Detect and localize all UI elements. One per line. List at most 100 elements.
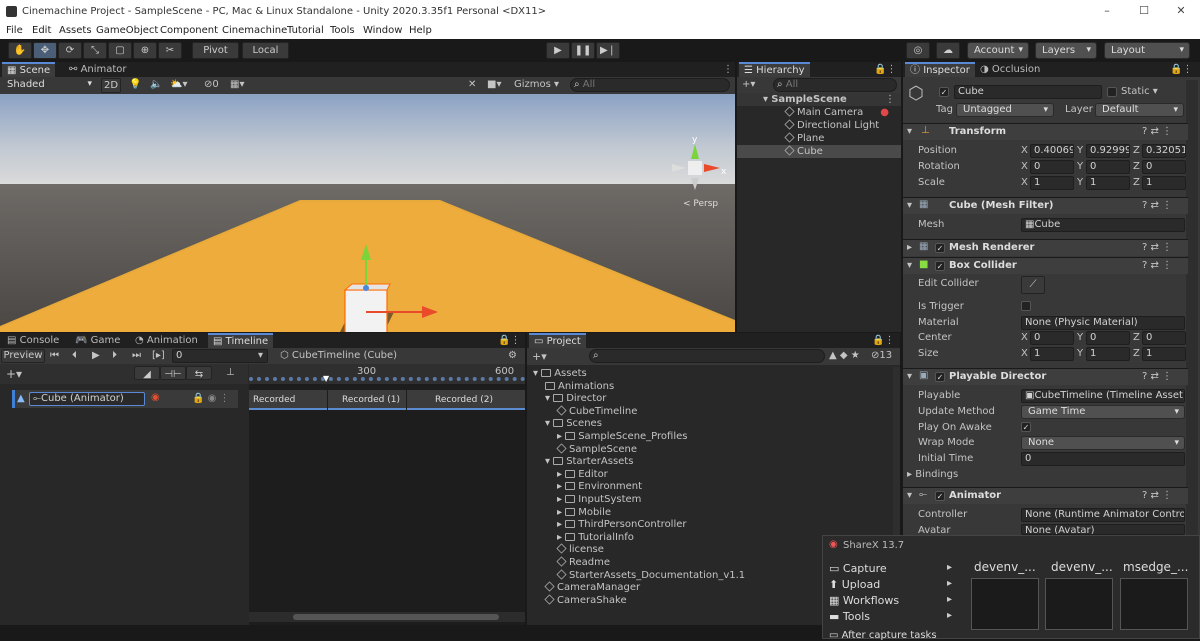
size-y-field[interactable]: 1 <box>1086 347 1130 361</box>
project-item[interactable]: ▸ Editor <box>527 468 893 481</box>
menu-tutorial[interactable]: Tutorial <box>287 25 324 36</box>
center-x-field[interactable]: 0 <box>1030 331 1074 345</box>
recent-capture-thumb[interactable] <box>1120 578 1188 630</box>
static-dropdown[interactable]: Static ▾ <box>1121 86 1158 97</box>
foldout-icon[interactable]: ▾ <box>545 418 553 429</box>
sharex-workflows-item[interactable]: ▦ Workflows <box>829 594 899 607</box>
project-lock-icon[interactable]: 🔒⋮ <box>867 333 899 348</box>
playable-field[interactable]: ▣CubeTimeline (Timeline Asset) <box>1021 389 1185 403</box>
tab-scene[interactable]: ▦ Scene <box>2 62 56 77</box>
foldout-icon[interactable]: ▸ <box>557 469 565 480</box>
lock-track-icon[interactable]: 🔒 ◉ ⋮ <box>192 393 230 404</box>
shading-dropdown[interactable]: Shaded <box>1 78 97 93</box>
menu-cinemachine[interactable]: Cinemachine <box>222 25 287 36</box>
gizmos-dropdown[interactable]: Gizmos ▾ <box>514 79 559 90</box>
pause-icon[interactable]: ❚❚ <box>571 42 595 59</box>
playable-director-header[interactable]: ▾ ▣ ✓ Playable Director ? ⇄ ⋮ <box>903 368 1188 385</box>
pivot-button[interactable]: Pivot <box>192 42 239 59</box>
tab-animation[interactable]: ◔ Animation <box>130 333 203 348</box>
project-item[interactable]: ▸ Mobile <box>527 506 893 519</box>
next-frame-icon[interactable]: ⏵ <box>112 350 117 361</box>
toggle-2d-button[interactable]: 2D <box>101 78 121 93</box>
project-item[interactable]: ▾ Director <box>527 392 893 405</box>
menu-component[interactable]: Component <box>160 25 218 36</box>
tab-hierarchy[interactable]: ☰ Hierarchy <box>739 62 810 77</box>
menu-help[interactable]: Help <box>409 25 432 36</box>
mesh-filter-header[interactable]: ▾ ▦ Cube (Mesh Filter) ? ⇄ ⋮ <box>903 197 1188 214</box>
project-item[interactable]: ▾ Assets <box>527 367 893 380</box>
foldout-icon[interactable]: ▾ <box>545 456 553 467</box>
center-y-field[interactable]: 0 <box>1086 331 1130 345</box>
foldout-icon[interactable]: ▸ <box>557 532 565 543</box>
sharex-capture-item[interactable]: ▭ Capture <box>829 562 887 575</box>
tab-project[interactable]: ▭ Project <box>529 333 586 348</box>
hierarchy-item-main-camera[interactable]: Main Camera ● <box>737 106 901 119</box>
foldout-icon[interactable]: ▾ <box>545 393 553 404</box>
hand-tool-icon[interactable]: ✋ <box>8 42 32 59</box>
mesh-field[interactable]: ▦Cube <box>1021 218 1185 232</box>
layers-dropdown[interactable]: Layers <box>1035 42 1097 59</box>
center-z-field[interactable]: 0 <box>1142 331 1186 345</box>
size-x-field[interactable]: 1 <box>1030 347 1074 361</box>
minimize-icon[interactable]: – <box>1100 4 1114 18</box>
hierarchy-item-directional-light[interactable]: Directional Light <box>737 119 901 132</box>
recent-capture-thumb[interactable] <box>971 578 1039 630</box>
add-track-icon[interactable]: +▾ <box>6 367 22 381</box>
foldout-icon[interactable]: ▸ <box>557 494 565 505</box>
tag-dropdown[interactable]: Untagged <box>956 103 1054 117</box>
size-z-field[interactable]: 1 <box>1142 347 1186 361</box>
play-icon[interactable]: ▶ <box>546 42 570 59</box>
recent-capture-thumb[interactable] <box>1045 578 1113 630</box>
project-item[interactable]: SampleScene <box>527 443 893 456</box>
inspector-scrollbar[interactable] <box>1186 80 1198 535</box>
audio-icon[interactable]: 🔈 <box>150 79 162 90</box>
position-z-field[interactable]: 0.32051 <box>1142 144 1186 158</box>
project-item[interactable]: ▾ StarterAssets <box>527 455 893 468</box>
tools-icon[interactable]: ✕ <box>468 79 476 90</box>
clip-recorded-1[interactable]: Recorded (1) <box>328 390 406 410</box>
first-frame-icon[interactable]: ⏮ <box>50 350 59 361</box>
search-type-icon[interactable]: ▲ ◆ ★ <box>829 350 860 361</box>
scale-z-field[interactable]: 1 <box>1142 176 1186 190</box>
playhead-icon[interactable]: ▼ <box>323 374 329 383</box>
rotation-y-field[interactable]: 0 <box>1086 160 1130 174</box>
cloud-icon[interactable]: ☁ <box>936 42 960 59</box>
clip-area[interactable]: Recorded Recorded (1) Recorded (2) <box>249 384 525 625</box>
time-ruler[interactable]: 300 600 ▼ <box>249 364 525 384</box>
mesh-renderer-checkbox[interactable]: ✓ <box>935 243 945 253</box>
scale-tool-icon[interactable]: ⤡ <box>83 42 107 59</box>
component-tools-icon[interactable]: ? ⇄ ⋮ <box>1142 242 1172 253</box>
track-row[interactable]: ▲ ⟜Cube (Animator) ◉ 🔒 ◉ ⋮ <box>12 390 238 408</box>
menu-edit[interactable]: Edit <box>32 25 51 36</box>
collab-icon[interactable]: ◎ <box>906 42 930 59</box>
timeline-play-icon[interactable]: ▶ <box>92 350 100 361</box>
create-icon[interactable]: +▾ <box>742 79 755 90</box>
maximize-icon[interactable]: ☐ <box>1137 4 1151 18</box>
menu-assets[interactable]: Assets <box>59 25 92 36</box>
frame-field[interactable]: 0 <box>172 349 268 363</box>
clip-recorded[interactable]: Recorded <box>249 390 327 410</box>
last-frame-icon[interactable]: ⏭ <box>132 350 141 361</box>
component-tools-icon[interactable]: ? ⇄ ⋮ <box>1142 490 1172 501</box>
tab-timeline[interactable]: ▤ Timeline <box>208 333 274 348</box>
effects-icon[interactable]: ⛅▾ <box>170 79 187 90</box>
foldout-icon[interactable]: ▸ <box>557 519 565 530</box>
static-checkbox[interactable] <box>1107 87 1117 97</box>
tab-game[interactable]: 🎮 Game <box>70 333 125 348</box>
play-on-awake-checkbox[interactable]: ✓ <box>1021 422 1031 432</box>
lighting-icon[interactable]: 💡 <box>129 79 141 90</box>
edit-collider-button[interactable]: ⟋ <box>1021 276 1045 294</box>
foldout-icon[interactable]: ▸ <box>557 507 565 518</box>
sharex-tools-item[interactable]: ▬ Tools <box>829 610 870 623</box>
foldout-icon[interactable]: ▸ <box>557 481 565 492</box>
hierarchy-lock-icon[interactable]: 🔒⋮ <box>869 62 901 77</box>
project-item[interactable]: ▸ ThirdPersonController <box>527 518 893 531</box>
update-method-dropdown[interactable]: Game Time <box>1021 405 1185 419</box>
menu-tools[interactable]: Tools <box>330 25 355 36</box>
grid-icon[interactable]: ▦▾ <box>230 79 244 90</box>
sharex-after-capture-item[interactable]: ▭ After capture tasks <box>829 630 937 641</box>
clip-edit-icon[interactable]: ◢ <box>134 366 160 380</box>
hierarchy-search-input[interactable]: ⌕ All <box>773 78 897 92</box>
ripple-icon[interactable]: ⊣⊢ <box>160 366 186 380</box>
menu-file[interactable]: File <box>6 25 23 36</box>
